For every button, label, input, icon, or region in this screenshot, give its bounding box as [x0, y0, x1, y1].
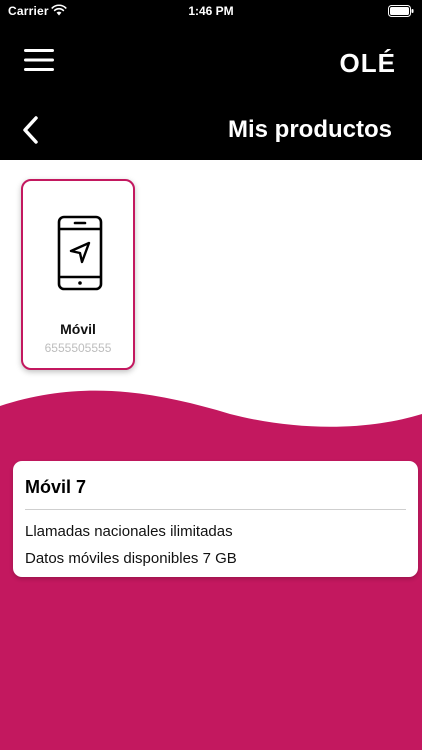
plan-feature: Datos móviles disponibles 7 GB: [25, 550, 237, 567]
brand-logo: OLÉ: [339, 48, 396, 78]
status-bar: Carrier 1:46 PM: [0, 0, 422, 24]
product-number: 6555505555: [44, 341, 112, 355]
app-header: Carrier 1:46 PM OLÉ Mis productos: [0, 0, 422, 160]
product-name: Móvil: [60, 321, 96, 337]
product-card-movil[interactable]: Móvil 6555505555: [21, 179, 135, 370]
status-time: 1:46 PM: [188, 4, 234, 18]
plan-name: Móvil 7: [25, 477, 87, 497]
plan-feature: Llamadas nacionales ilimitadas: [25, 523, 233, 540]
smartphone-location-icon: [57, 215, 103, 291]
hamburger-menu-icon[interactable]: [24, 48, 54, 72]
plan-card: Móvil 7 Llamadas nacionales ilimitadas D…: [13, 461, 418, 577]
page-title: Mis productos: [227, 116, 392, 143]
back-chevron-icon[interactable]: [18, 114, 44, 146]
plan-divider: [25, 509, 406, 510]
battery-icon: [388, 5, 414, 17]
